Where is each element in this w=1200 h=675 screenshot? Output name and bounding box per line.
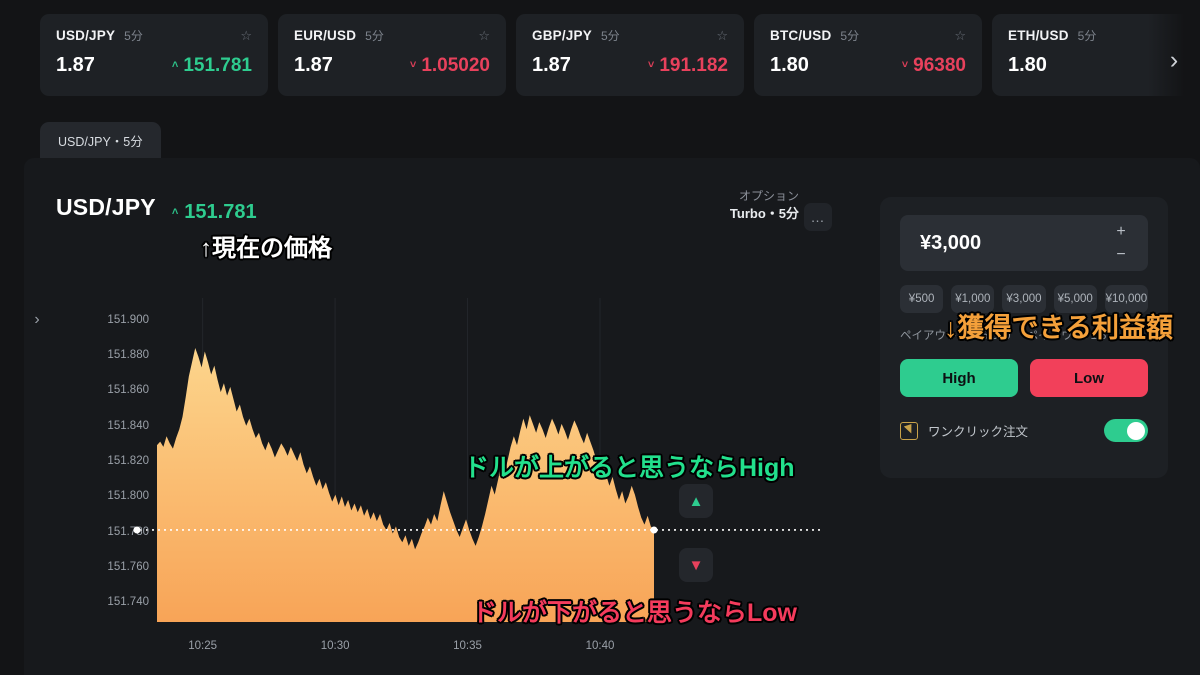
caret-down-icon: ˅	[409, 59, 417, 71]
y-axis-tick: 151.840	[107, 419, 149, 432]
star-icon[interactable]: ☆	[954, 29, 966, 42]
low-button[interactable]: Low	[1030, 359, 1148, 397]
option-label: オプション	[738, 189, 799, 203]
ticker-symbol: ETH/USD	[1008, 27, 1069, 43]
one-click-order-label: ワンクリック注文	[928, 425, 1029, 439]
y-axis-tick: 151.820	[107, 455, 149, 468]
chart-high-button[interactable]: ▲	[679, 484, 713, 518]
ticker-card-top: GBP/JPY 5分 ☆	[532, 27, 728, 43]
one-click-order-row[interactable]: ワンクリック注文	[900, 419, 1148, 442]
ticker-card-bottom: 1.80 ˅ 96380	[770, 54, 966, 77]
ticker-price-value: 96380	[913, 54, 966, 76]
quick-amount-chip[interactable]: ¥500	[900, 285, 944, 313]
ticker-strip[interactable]: USD/JPY 5分 ☆ 1.87 ˄ 151.781 EUR/USD 5分 ☆…	[0, 0, 1200, 110]
chart-header: USD/JPY ˄ 151.781	[56, 194, 257, 224]
amount-value: ¥3,000	[920, 231, 982, 254]
caret-down-icon: ˅	[647, 59, 655, 71]
chart-current-price-value: 151.781	[184, 201, 257, 223]
ticker-timeframe: 5分	[365, 28, 384, 43]
toggle-knob	[1127, 421, 1145, 440]
annotation-current-price: ↑現在の価格	[200, 235, 332, 262]
ticker-symbol: USD/JPY	[56, 27, 116, 43]
y-axis-tick: 151.860	[107, 384, 149, 397]
tabbar: USD/JPY・5分	[40, 122, 161, 158]
y-axis-tick: 151.880	[107, 349, 149, 361]
ticker-card[interactable]: BTC/USD 5分 ☆ 1.80 ˅ 96380	[754, 14, 982, 96]
trading-app: USD/JPY 5分 ☆ 1.87 ˄ 151.781 EUR/USD 5分 ☆…	[0, 0, 1200, 675]
x-axis-tick: 10:35	[453, 640, 482, 652]
y-axis-tick: 151.780	[107, 525, 149, 538]
tab-usdjpy-5m[interactable]: USD/JPY・5分	[40, 122, 161, 158]
ticker-payout: 1.87	[56, 54, 95, 76]
caret-up-icon: ˄	[171, 59, 179, 71]
ticker-card-top: ETH/USD 5分	[1008, 27, 1200, 43]
ticker-payout: 1.87	[294, 54, 333, 76]
caret-down-icon: ˅	[901, 59, 909, 71]
ticker-symbol: BTC/USD	[770, 27, 832, 43]
ticker-price-value: 191.182	[659, 54, 728, 76]
high-button[interactable]: High	[900, 359, 1018, 397]
ticker-symbol: GBP/JPY	[532, 27, 592, 43]
ticker-card-bottom: 1.87 ˄ 151.781	[56, 54, 252, 77]
ticker-timeframe: 5分	[1077, 28, 1097, 43]
annotation-high-hint: ドルが上がると思うならHigh	[464, 454, 795, 482]
star-icon[interactable]: ☆	[240, 29, 252, 42]
x-axis-tick: 10:25	[188, 640, 218, 652]
ticker-price-value: 1.05020	[421, 54, 490, 76]
option-value: Turbo・5分	[729, 206, 799, 221]
x-axis-tick: 10:30	[320, 640, 350, 652]
star-icon[interactable]: ☆	[478, 29, 490, 42]
ticker-payout: 1.80	[770, 54, 809, 76]
annotation-profit-amount: ↓獲得できる利益額	[944, 313, 1173, 343]
amount-field[interactable]: ¥3,000 + −	[900, 215, 1148, 271]
ticker-payout: 1.80	[1008, 54, 1047, 76]
one-click-order-toggle[interactable]	[1104, 419, 1148, 442]
ticker-symbol: EUR/USD	[294, 27, 357, 43]
chevron-down-icon: ▼	[688, 556, 704, 574]
chevron-right-icon[interactable]: ›	[1162, 48, 1186, 73]
page-title: USD/JPY	[56, 194, 156, 220]
ticker-price: ˅ 1.05020	[410, 55, 490, 77]
chart-x-axis: 10:25 10:30 10:35 10:40	[24, 640, 864, 670]
ticker-price: ˅ 191.182	[648, 55, 728, 77]
order-actions: High Low	[900, 359, 1148, 397]
ticker-price: ˅ 96380	[902, 55, 966, 77]
amount-increase-button[interactable]: +	[1100, 220, 1142, 243]
ticker-card[interactable]: USD/JPY 5分 ☆ 1.87 ˄ 151.781	[40, 14, 268, 96]
ticker-price-value: 151.781	[183, 54, 252, 76]
price-line-start-dot	[133, 526, 141, 534]
ticker-card[interactable]: GBP/JPY 5分 ☆ 1.87 ˅ 191.182	[516, 14, 744, 96]
amount-decrease-button[interactable]: −	[1100, 243, 1142, 266]
chart-area-fill	[157, 347, 654, 622]
tab-label: USD/JPY・5分	[58, 134, 143, 149]
cursor-click-icon	[900, 421, 918, 440]
chart-current-price: ˄ 151.781	[172, 201, 257, 224]
annotation-low-hint: ドルが下がると思うならLow	[472, 599, 797, 627]
chart-low-button[interactable]: ▼	[679, 548, 713, 582]
ticker-timeframe: 5分	[124, 28, 143, 43]
y-axis-tick: 151.740	[107, 596, 149, 609]
ticker-card-bottom: 1.87 ˅ 191.182	[532, 54, 728, 77]
ticker-price: ˄ 151.781	[172, 55, 252, 77]
star-icon[interactable]: ☆	[716, 29, 728, 42]
ticker-card-top: BTC/USD 5分 ☆	[770, 27, 966, 43]
option-info: オプション Turbo・5分	[689, 188, 799, 223]
price-line-end-dot	[650, 526, 658, 534]
ticker-payout: 1.87	[532, 54, 571, 76]
ticker-timeframe: 5分	[600, 28, 620, 43]
y-axis-tick: 151.760	[107, 561, 149, 574]
ticker-card-top: EUR/USD 5分 ☆	[294, 27, 490, 43]
ticker-card-bottom: 1.87 ˅ 1.05020	[294, 54, 490, 77]
y-axis-tick: 151.800	[107, 490, 149, 503]
amount-stepper: + −	[1100, 220, 1142, 266]
y-axis-tick: 151.900	[107, 313, 149, 326]
ticker-card[interactable]: EUR/USD 5分 ☆ 1.87 ˅ 1.05020	[278, 14, 506, 96]
more-options-icon[interactable]: …	[804, 203, 832, 231]
chevron-up-icon: ▲	[688, 492, 704, 510]
x-axis-tick: 10:40	[585, 640, 615, 652]
ticker-timeframe: 5分	[840, 28, 860, 43]
ticker-card-top: USD/JPY 5分 ☆	[56, 27, 252, 43]
caret-up-icon: ˄	[171, 206, 179, 218]
